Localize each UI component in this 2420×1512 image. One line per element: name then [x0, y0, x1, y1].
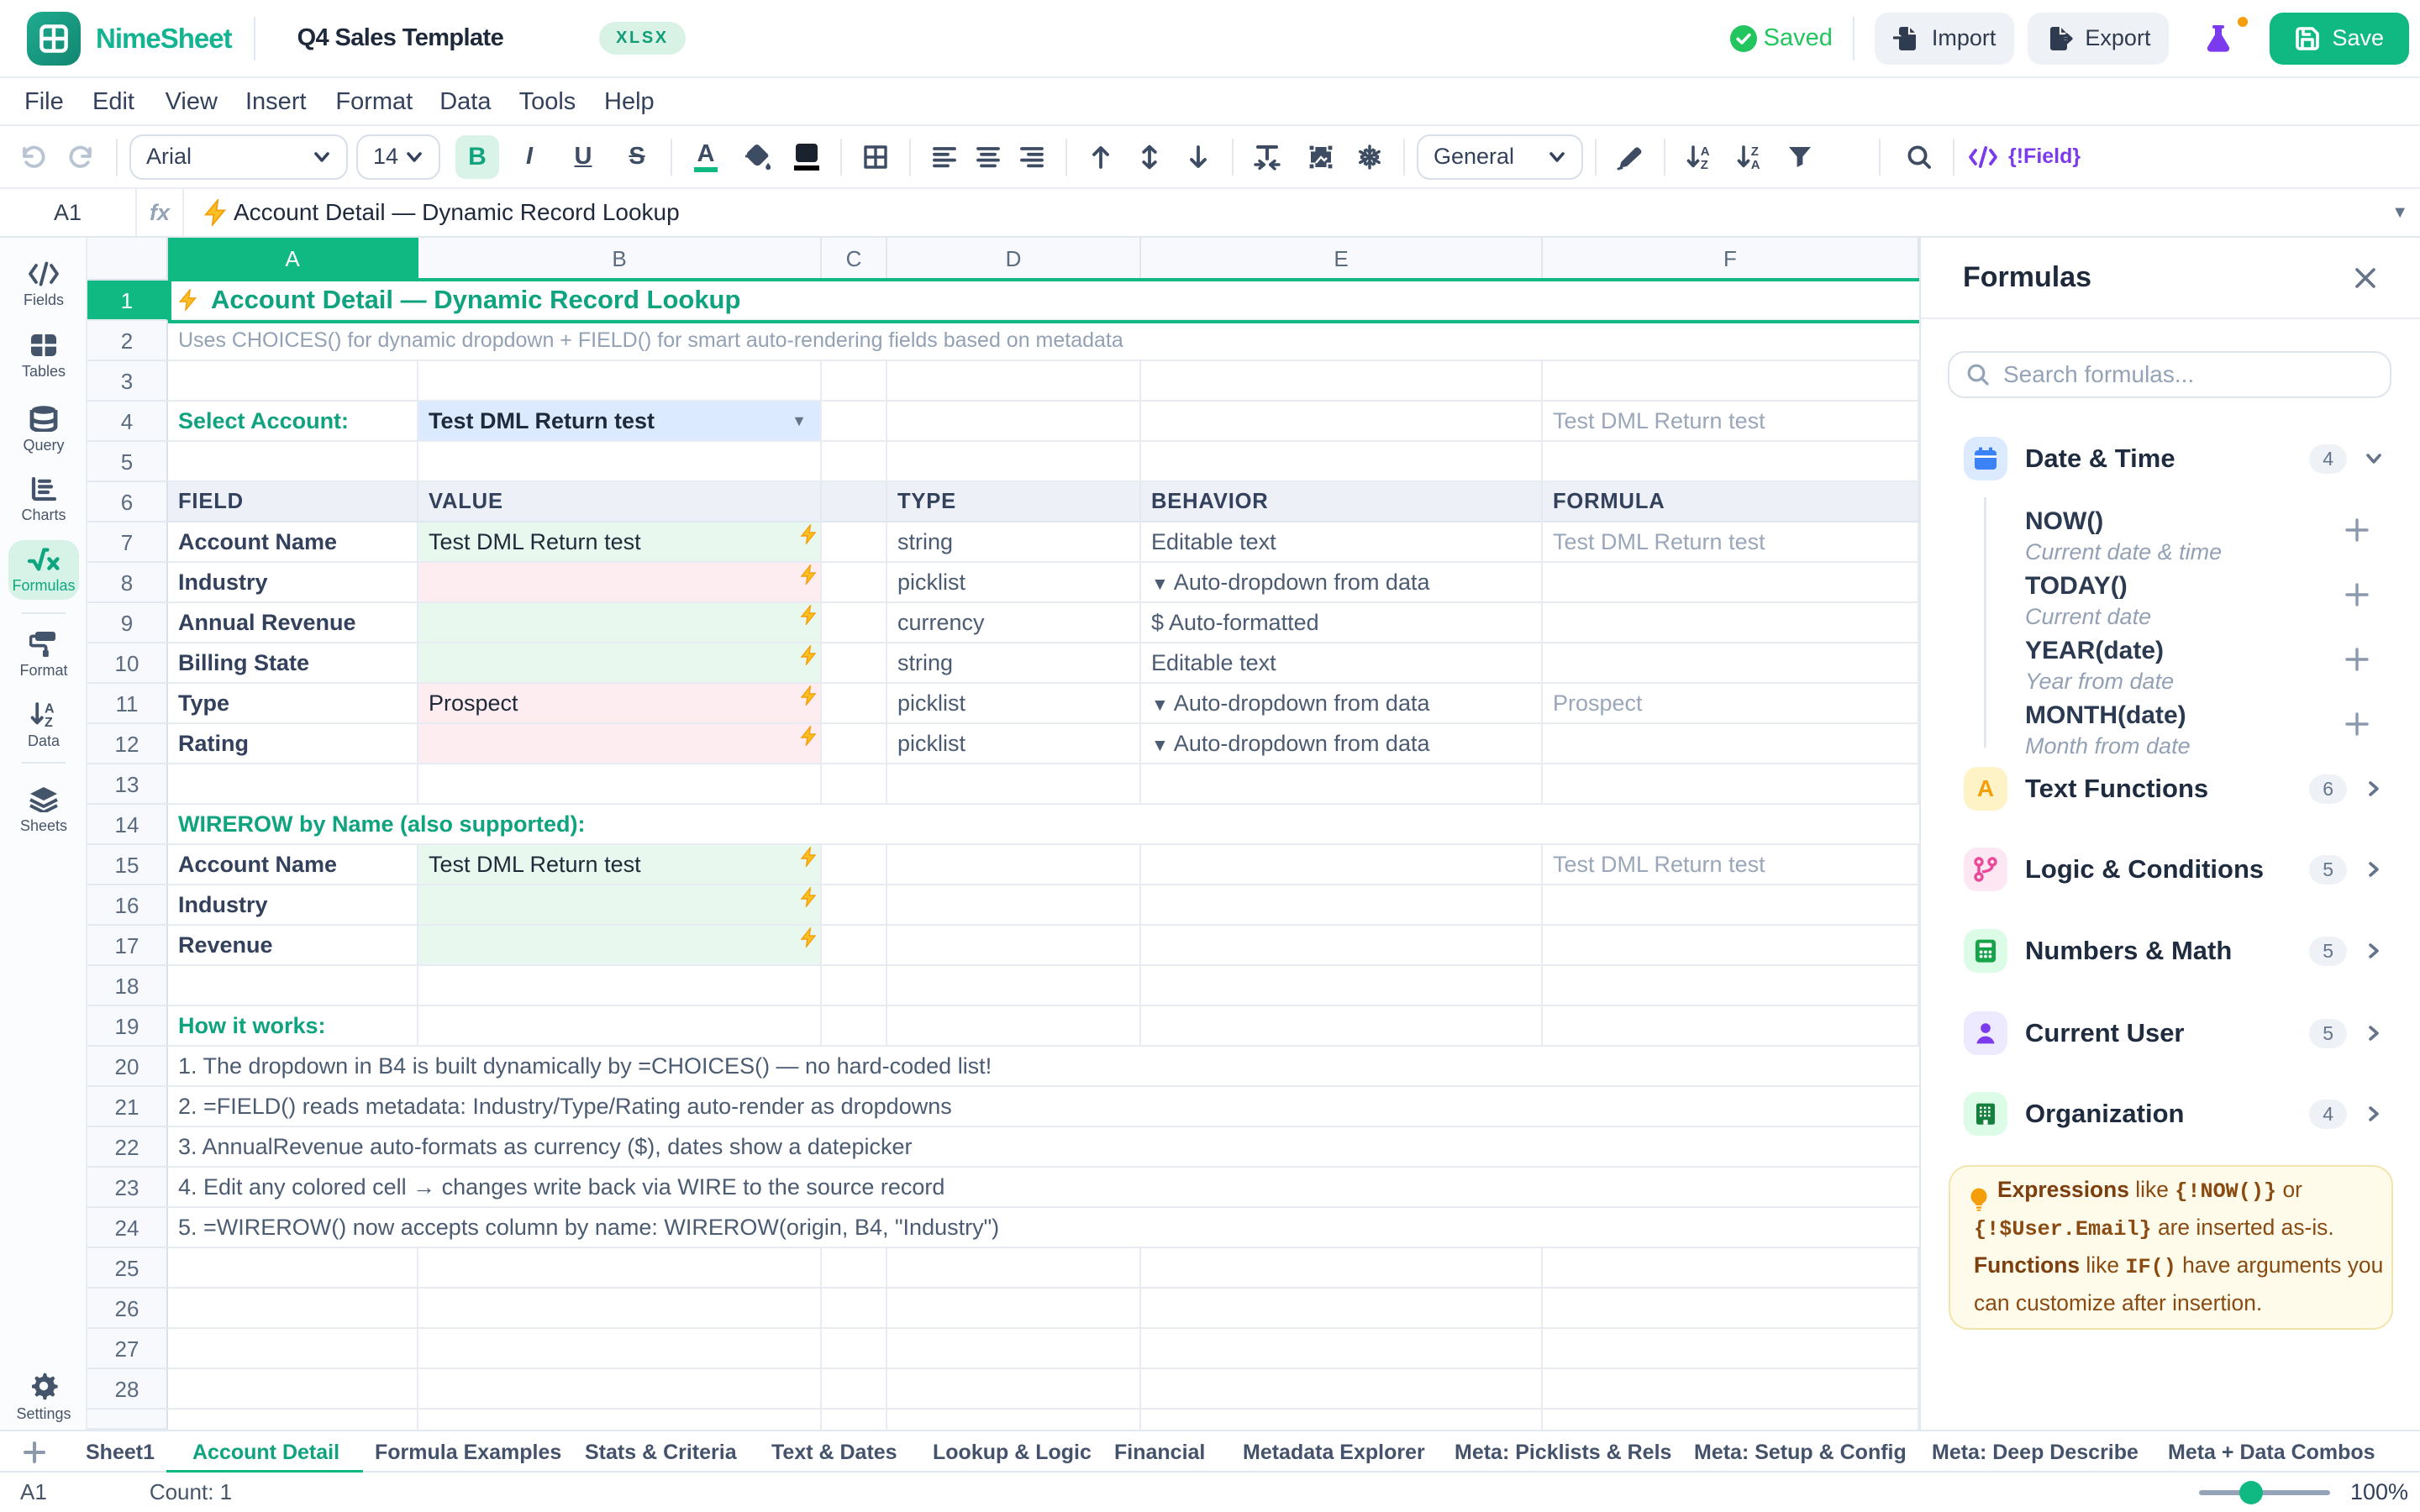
- svg-text:A: A: [1701, 144, 1710, 159]
- svg-text:Z: Z: [1751, 144, 1759, 159]
- svg-text:Z: Z: [45, 716, 53, 727]
- svg-text:A: A: [1751, 158, 1760, 171]
- svg-text:A: A: [45, 701, 55, 716]
- svg-text:Z: Z: [1701, 158, 1708, 171]
